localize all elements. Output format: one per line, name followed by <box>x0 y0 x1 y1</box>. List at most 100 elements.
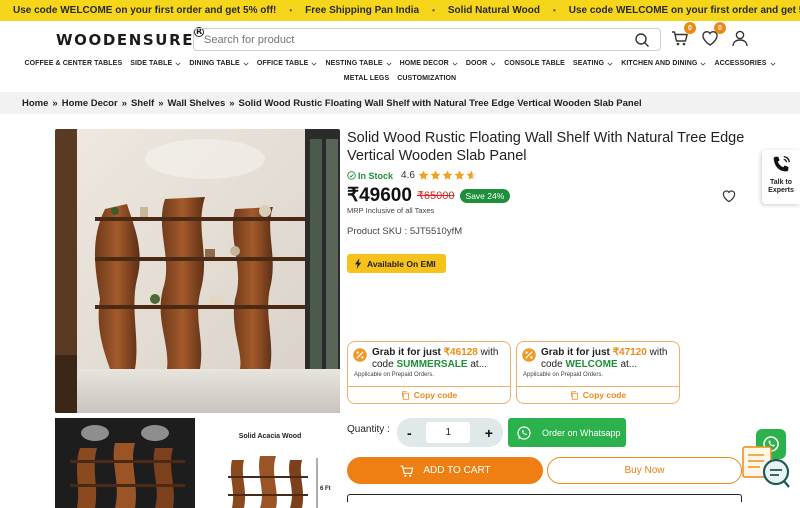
coupon-note: Applicable on Prepaid Orders. <box>354 372 435 378</box>
nav-item[interactable]: SEATING <box>573 60 613 67</box>
copy-code-button[interactable]: Copy code <box>517 386 679 403</box>
nav-item[interactable]: SIDE TABLE <box>130 60 181 67</box>
product-thumbnail[interactable] <box>55 418 195 508</box>
cart-count-badge: 0 <box>684 22 696 34</box>
lightning-icon <box>354 258 362 269</box>
breadcrumb-link[interactable]: Wall Shelves <box>168 98 226 109</box>
site-logo[interactable]: WOODENSURE R <box>56 26 205 49</box>
star-icon <box>466 170 477 180</box>
product-title: Solid Wood Rustic Floating Wall Shelf Wi… <box>347 130 745 164</box>
nav-item[interactable]: ACCESSORIES <box>714 60 776 67</box>
chevron-down-icon <box>386 62 392 66</box>
coupon-card: Grab it for just ₹46128 with code SUMMER… <box>347 341 511 404</box>
nav-item[interactable]: DINING TABLE <box>189 60 249 67</box>
rating-value: 4.6 <box>401 170 415 181</box>
wishlist-heart-icon[interactable] <box>721 188 737 204</box>
product-thumbnail[interactable]: Solid Acacia Wood 6 Ft <box>200 418 340 508</box>
increase-quantity-button[interactable]: + <box>485 425 493 441</box>
breadcrumb-link[interactable]: Home <box>22 98 48 109</box>
buy-now-button[interactable]: Buy Now <box>547 457 742 484</box>
product-main-image[interactable] <box>55 129 340 413</box>
coupon-card: Grab it for just ₹47120 with code WELCOM… <box>516 341 680 404</box>
dimension-label: 6 Ft <box>320 486 331 492</box>
phone-icon <box>773 156 790 172</box>
chat-widget-button[interactable] <box>742 445 792 490</box>
search-icon[interactable] <box>634 32 650 48</box>
star-icon <box>454 170 465 180</box>
product-sku: Product SKU : 5JT5510yfM <box>347 226 463 237</box>
add-to-cart-button[interactable]: ADD TO CART <box>347 457 543 484</box>
search-input[interactable] <box>204 33 634 46</box>
wishlist-count-badge: 0 <box>714 22 726 34</box>
discount-tag-icon <box>522 348 536 362</box>
nav-item[interactable]: NESTING TABLE <box>325 60 392 67</box>
copy-icon <box>570 390 578 400</box>
main-nav: COFFEE & CENTER TABLES SIDE TABLE DINING T… <box>0 60 800 82</box>
user-icon <box>732 30 748 47</box>
star-icon <box>430 170 441 180</box>
discount-badge: Save 24% <box>459 188 511 203</box>
stock-rating-row: In Stock 4.6 <box>347 170 477 181</box>
copy-code-button[interactable]: Copy code <box>348 386 510 403</box>
breadcrumb-separator: » <box>158 97 164 109</box>
star-icon <box>442 170 453 180</box>
mrp-price: ₹65000 <box>416 190 455 202</box>
nav-item[interactable]: KITCHEN AND DINING <box>621 60 706 67</box>
product-rating[interactable]: 4.6 <box>401 170 477 181</box>
chat-icon <box>742 446 790 488</box>
search-box[interactable] <box>193 28 661 51</box>
coupon-code: WELCOME <box>565 359 618 370</box>
talk-to-experts-button[interactable]: Talk to Experts <box>762 150 800 204</box>
wishlist-button[interactable]: 0 <box>700 22 726 48</box>
decrease-quantity-button[interactable]: - <box>407 425 412 441</box>
quantity-input[interactable]: 1 <box>426 422 471 443</box>
section-divider <box>347 494 742 502</box>
whatsapp-icon <box>517 425 531 440</box>
star-icon <box>418 170 429 180</box>
account-button[interactable] <box>730 28 750 48</box>
chevron-down-icon <box>769 62 776 66</box>
dimension-diagram <box>228 456 318 508</box>
copy-icon <box>401 390 409 400</box>
nav-item[interactable]: COFFEE & CENTER TABLES <box>24 60 122 67</box>
tax-note: MRP Inclusive of all Taxes <box>347 206 435 215</box>
breadcrumb-separator: » <box>229 97 235 109</box>
announcement-text: Use code WELCOME on your first order and… <box>568 5 800 16</box>
coupon-code: SUMMERSALE <box>396 359 468 370</box>
breadcrumb: Home» Home Decor» Shelf» Wall Shelves» Solid… <box>0 92 800 114</box>
nav-item[interactable]: HOME DECOR <box>400 60 458 67</box>
chevron-down-icon <box>490 62 496 66</box>
announcement-text: Solid Natural Wood <box>447 5 540 16</box>
announcement-bar: Use code WELCOME on your first order and… <box>0 0 800 21</box>
nav-item[interactable]: CUSTOMIZATION <box>397 75 456 82</box>
nav-item[interactable]: CONSOLE TABLE <box>504 60 565 67</box>
coupon-note: Applicable on Prepaid Orders. <box>523 372 604 378</box>
quantity-stepper: - 1 + <box>397 418 503 447</box>
chevron-down-icon <box>175 62 181 66</box>
price-row: ₹49600 ₹65000 Save 24% <box>347 184 511 207</box>
nav-item[interactable]: DOOR <box>466 60 496 67</box>
nav-item[interactable]: METAL LEGS <box>344 75 389 82</box>
cart-button[interactable]: 0 <box>670 22 696 48</box>
emi-badge[interactable]: Available On EMI <box>347 254 446 273</box>
breadcrumb-separator: » <box>52 97 58 109</box>
breadcrumb-link[interactable]: Home Decor <box>62 98 118 109</box>
cart-icon <box>400 465 414 477</box>
chevron-down-icon <box>700 62 706 66</box>
chevron-down-icon <box>452 62 458 66</box>
site-header: WOODENSURER 0 0 <box>0 21 800 58</box>
rating-stars <box>418 170 477 181</box>
chevron-down-icon <box>243 62 249 66</box>
header-actions: 0 0 <box>670 22 750 48</box>
product-photo <box>55 129 340 413</box>
sale-price: ₹49600 <box>347 185 412 206</box>
thumbnail-photo <box>55 418 195 508</box>
breadcrumb-link[interactable]: Shelf <box>131 98 154 109</box>
announcement-text: Use code WELCOME on your first order and… <box>13 5 277 16</box>
order-on-whatsapp-button[interactable]: Order on Whatsapp <box>508 418 626 447</box>
discount-tag-icon <box>353 348 367 362</box>
breadcrumb-separator: » <box>121 97 127 109</box>
stock-status: In Stock <box>347 171 393 181</box>
nav-item[interactable]: OFFICE TABLE <box>257 60 318 67</box>
chevron-down-icon <box>607 62 613 66</box>
